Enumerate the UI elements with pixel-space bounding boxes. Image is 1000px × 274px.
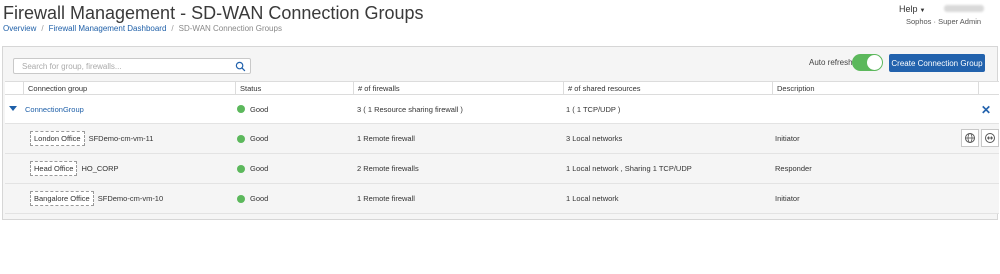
- breadcrumb-dashboard[interactable]: Firewall Management Dashboard: [49, 24, 167, 33]
- caret-down-icon: ▼: [919, 8, 926, 14]
- search-box: [13, 58, 251, 74]
- status-good-icon: [237, 105, 245, 113]
- search-input[interactable]: [14, 59, 234, 73]
- globe-icon[interactable]: [961, 129, 979, 147]
- table-row-member: Head Office HO_CORP Good 2 Remote firewal…: [5, 154, 999, 184]
- table-row-member: London Office SFDemo-cm-vm-11 Good 1 Remo…: [5, 124, 999, 154]
- status-good-icon: [237, 164, 245, 173]
- description: Responder: [775, 164, 812, 173]
- table-row-member: Bangalore Office SFDemo-cm-vm-10 Good 1 R…: [5, 184, 999, 214]
- description: Initiator: [775, 194, 800, 203]
- status-text: Good: [250, 194, 269, 203]
- connection-group-link[interactable]: ConnectionGroup: [25, 105, 84, 114]
- breadcrumb: Overview / Firewall Management Dashboard / S…: [3, 24, 282, 33]
- search-icon[interactable]: [235, 61, 246, 72]
- table-row-group: ConnectionGroup Good 3 ( 1 Resource shar…: [5, 95, 999, 124]
- status-text: Good: [250, 104, 269, 114]
- description: Initiator: [775, 134, 800, 143]
- shared-resources-count: 1 Local network , Sharing 1 TCP/UDP: [566, 164, 692, 173]
- user-role: Sophos · Super Admin: [906, 17, 982, 26]
- firewall-name: SFDemo-cm-vm-10: [97, 194, 164, 203]
- column-header-description[interactable]: Description: [772, 82, 815, 96]
- firewall-location-tag: Bangalore Office: [30, 191, 94, 206]
- breadcrumb-separator: /: [41, 24, 44, 33]
- help-label: Help: [899, 4, 918, 14]
- firewalls-count: 2 Remote firewalls: [357, 164, 419, 173]
- column-header-status[interactable]: Status: [235, 82, 261, 96]
- column-header-firewalls[interactable]: # of firewalls: [353, 82, 400, 96]
- help-menu[interactable]: Help ▼: [899, 4, 925, 14]
- column-header-connection-group[interactable]: Connection group: [23, 82, 87, 96]
- firewalls-count: 3 ( 1 Resource sharing firewall ): [357, 104, 463, 114]
- column-header-shared-resources[interactable]: # of shared resources: [563, 82, 641, 96]
- status-good-icon: [237, 194, 245, 203]
- table-header: Connection group Status # of firewalls #…: [5, 81, 999, 96]
- firewall-name: HO_CORP: [81, 164, 119, 173]
- delete-group-x-icon[interactable]: ✕: [981, 104, 991, 116]
- breadcrumb-current: SD-WAN Connection Groups: [178, 24, 282, 33]
- connection-arrows-icon[interactable]: [981, 129, 999, 147]
- column-header-actions: [978, 82, 983, 96]
- firewall-name: SFDemo-cm-vm-11: [88, 134, 154, 143]
- auto-refresh-toggle[interactable]: [852, 54, 883, 71]
- page-title: Firewall Management - SD-WAN Connection …: [3, 3, 424, 23]
- shared-resources-count: 3 Local networks: [566, 134, 623, 143]
- status-good-icon: [237, 134, 245, 143]
- user-name-redacted[interactable]: [944, 5, 984, 12]
- firewalls-count: 1 Remote firewall: [357, 134, 415, 143]
- row-actions: [959, 129, 999, 147]
- connection-groups-panel: Auto refresh Create Connection Group Con…: [2, 46, 999, 220]
- connection-groups-table: Connection group Status # of firewalls #…: [5, 81, 999, 214]
- firewall-location-tag: Head Office: [30, 161, 78, 176]
- firewall-location-tag: London Office: [30, 131, 85, 146]
- firewalls-count: 1 Remote firewall: [357, 194, 415, 203]
- page-header: Firewall Management - SD-WAN Connection …: [0, 0, 1000, 44]
- breadcrumb-overview[interactable]: Overview: [3, 24, 36, 33]
- status-text: Good: [250, 134, 269, 143]
- toggle-knob: [867, 55, 882, 70]
- status-text: Good: [250, 164, 269, 173]
- breadcrumb-separator: /: [171, 24, 174, 33]
- auto-refresh-label: Auto refresh: [809, 58, 853, 67]
- shared-resources-count: 1 Local network: [566, 194, 619, 203]
- collapse-arrow-icon[interactable]: [9, 106, 17, 111]
- create-connection-group-button[interactable]: Create Connection Group: [889, 54, 985, 72]
- shared-resources-count: 1 ( 1 TCP/UDP ): [566, 104, 621, 114]
